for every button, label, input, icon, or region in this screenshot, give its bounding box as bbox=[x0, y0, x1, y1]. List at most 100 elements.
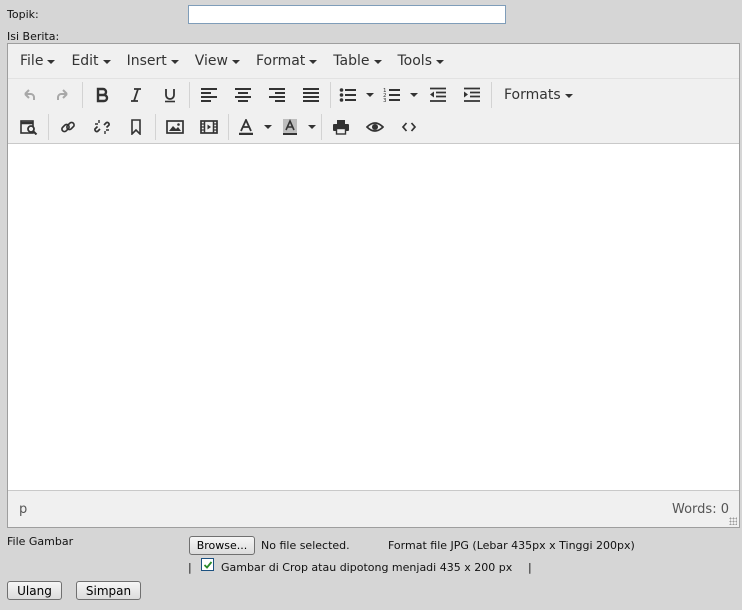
menu-tools[interactable]: Tools bbox=[390, 53, 453, 69]
topik-input[interactable] bbox=[188, 5, 506, 24]
editor-toolbar-row-2 bbox=[8, 111, 739, 143]
caret-down-icon bbox=[373, 60, 382, 64]
underline-icon bbox=[165, 89, 175, 103]
menu-view[interactable]: View bbox=[187, 53, 248, 69]
align-justify-button[interactable] bbox=[294, 81, 328, 109]
word-count: Words: 0 bbox=[672, 501, 729, 517]
caret-down-icon bbox=[436, 60, 444, 64]
file-status-text: No file selected. bbox=[261, 539, 350, 552]
menu-format[interactable]: Format bbox=[248, 53, 325, 69]
numbered-list-split-button: 123 bbox=[377, 81, 421, 109]
undo-button[interactable] bbox=[12, 81, 46, 109]
align-left-button[interactable] bbox=[192, 81, 226, 109]
crop-checkbox[interactable] bbox=[201, 558, 214, 571]
background-color-button[interactable] bbox=[275, 113, 305, 141]
bullet-list-dropdown[interactable] bbox=[363, 81, 377, 109]
numbered-list-dropdown[interactable] bbox=[407, 81, 421, 109]
bold-button[interactable] bbox=[85, 81, 119, 109]
editor-statusbar: p Words: 0 bbox=[8, 491, 739, 527]
background-color-icon bbox=[283, 119, 297, 135]
print-button[interactable] bbox=[324, 113, 358, 141]
source-code-icon bbox=[401, 122, 417, 132]
indent-icon bbox=[464, 87, 480, 102]
bookmark-button[interactable] bbox=[119, 113, 153, 141]
bullet-list-split-button bbox=[333, 81, 377, 109]
caret-down-icon bbox=[264, 125, 272, 129]
align-right-icon bbox=[269, 88, 285, 102]
element-path[interactable]: p bbox=[19, 502, 27, 517]
caret-down-icon bbox=[366, 93, 374, 97]
media-icon bbox=[200, 120, 218, 134]
rich-text-editor: File Edit Insert View Format Table Tools bbox=[7, 43, 740, 528]
underline-button[interactable] bbox=[153, 81, 187, 109]
toolbar-separator bbox=[321, 114, 322, 140]
menu-table[interactable]: Table bbox=[325, 53, 389, 69]
menu-insert-label: Insert bbox=[126, 53, 167, 69]
text-color-dropdown[interactable] bbox=[261, 113, 275, 141]
menu-edit-label: Edit bbox=[71, 53, 99, 69]
undo-icon bbox=[24, 89, 36, 100]
unlink-button[interactable] bbox=[85, 113, 119, 141]
italic-icon bbox=[131, 88, 141, 102]
save-button[interactable]: Simpan bbox=[76, 581, 141, 600]
pipe-separator: | bbox=[188, 561, 192, 574]
menu-edit[interactable]: Edit bbox=[63, 53, 118, 69]
italic-button[interactable] bbox=[119, 81, 153, 109]
indent-button[interactable] bbox=[455, 81, 489, 109]
insert-image-button[interactable] bbox=[158, 113, 192, 141]
file-gambar-label: File Gambar bbox=[7, 535, 74, 548]
text-color-icon bbox=[239, 119, 253, 135]
menu-tools-label: Tools bbox=[397, 53, 433, 69]
resize-handle-icon[interactable] bbox=[729, 517, 737, 525]
align-center-icon bbox=[235, 88, 251, 102]
align-center-button[interactable] bbox=[226, 81, 260, 109]
link-icon bbox=[61, 121, 75, 133]
redo-icon bbox=[56, 89, 68, 100]
caret-down-icon bbox=[170, 60, 179, 64]
print-icon bbox=[333, 120, 349, 135]
link-button[interactable] bbox=[51, 113, 85, 141]
preview-icon bbox=[366, 122, 384, 132]
reset-button[interactable]: Ulang bbox=[7, 581, 62, 600]
editor-content-area[interactable] bbox=[8, 143, 739, 491]
topik-label: Topik: bbox=[7, 8, 39, 21]
caret-down-icon bbox=[309, 60, 318, 64]
image-icon bbox=[166, 120, 184, 134]
caret-down-icon bbox=[231, 60, 240, 64]
toolbar-separator bbox=[491, 82, 492, 108]
text-color-button[interactable] bbox=[231, 113, 261, 141]
svg-text:3: 3 bbox=[383, 98, 387, 103]
redo-button[interactable] bbox=[46, 81, 80, 109]
text-color-split-button bbox=[231, 113, 275, 141]
toolbar-separator bbox=[48, 114, 49, 140]
align-right-button[interactable] bbox=[260, 81, 294, 109]
bullet-list-icon bbox=[339, 88, 356, 102]
menu-insert[interactable]: Insert bbox=[119, 53, 187, 69]
outdent-button[interactable] bbox=[421, 81, 455, 109]
isi-berita-label: Isi Berita: bbox=[7, 30, 60, 43]
search-replace-button[interactable] bbox=[12, 113, 46, 141]
bold-icon bbox=[96, 87, 109, 103]
bullet-list-button[interactable] bbox=[333, 81, 363, 109]
background-color-dropdown[interactable] bbox=[305, 113, 319, 141]
toolbar-separator bbox=[228, 114, 229, 140]
toolbar-separator bbox=[330, 82, 331, 108]
menu-view-label: View bbox=[194, 53, 228, 69]
menu-file[interactable]: File bbox=[12, 53, 63, 69]
align-justify-icon bbox=[303, 88, 319, 102]
menu-format-label: Format bbox=[255, 53, 306, 69]
caret-down-icon bbox=[102, 60, 111, 64]
insert-media-button[interactable] bbox=[192, 113, 226, 141]
toolbar-separator bbox=[82, 82, 83, 108]
source-code-button[interactable] bbox=[392, 113, 426, 141]
browse-button[interactable]: Browse... bbox=[189, 536, 255, 555]
pipe-separator: | bbox=[528, 561, 532, 574]
toolbar-separator bbox=[189, 82, 190, 108]
toolbar-separator bbox=[155, 114, 156, 140]
caret-down-icon bbox=[564, 94, 573, 98]
check-icon bbox=[203, 560, 212, 569]
numbered-list-icon: 123 bbox=[383, 88, 400, 103]
numbered-list-button[interactable]: 123 bbox=[377, 81, 407, 109]
formats-dropdown[interactable]: Formats bbox=[494, 81, 581, 109]
preview-button[interactable] bbox=[358, 113, 392, 141]
